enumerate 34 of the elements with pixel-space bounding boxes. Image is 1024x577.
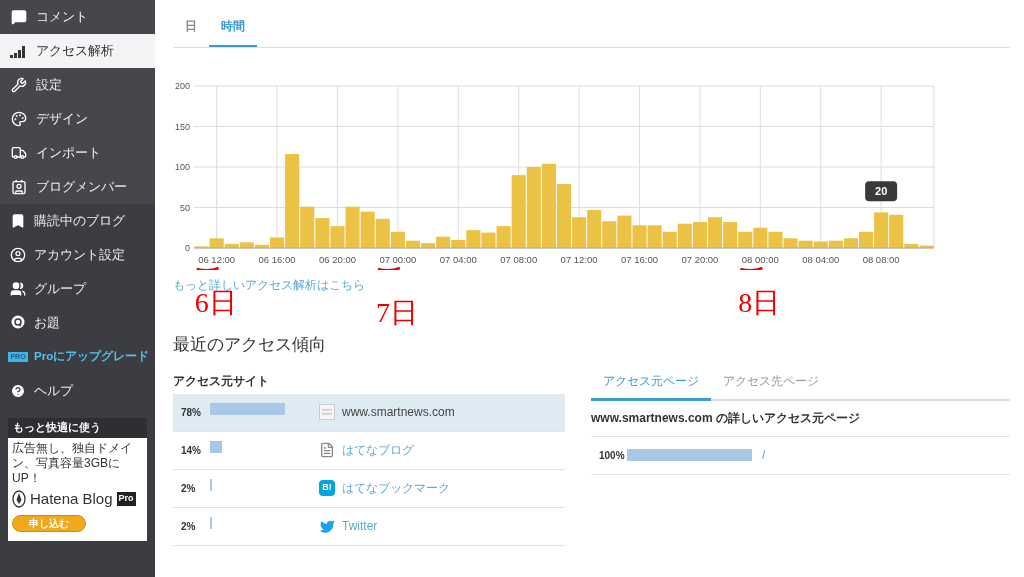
x-axis-label: 08 08:00 — [862, 254, 900, 265]
percent-text: 2% — [180, 519, 197, 534]
y-axis-label: 0 — [185, 243, 190, 253]
y-axis-label: 200 — [174, 81, 190, 91]
y-axis-label: 100 — [174, 162, 190, 172]
value-tooltip: 20 — [865, 181, 898, 202]
x-axis-label: 06 12:00 — [198, 254, 236, 265]
x-axis-label: 08 04:00 — [802, 254, 840, 265]
x-axis-label: 07 16:00 — [621, 254, 658, 265]
x-axis-label: 07 20:00 — [681, 254, 719, 265]
handwritten-note: 7日 — [375, 298, 418, 328]
y-axis-label: 150 — [174, 121, 190, 132]
x-axis-label: 06 20:00 — [319, 254, 356, 265]
y-axis-label: 50 — [180, 202, 190, 213]
x-axis-label: 07 08:00 — [500, 254, 538, 265]
pro-label: Pro — [116, 492, 136, 506]
x-axis-label: 06 16:00 — [258, 254, 296, 265]
x-axis-label: 07 04:00 — [439, 254, 477, 265]
section-title: 最近のアクセス傾向 — [173, 334, 327, 356]
x-axis-label: 08 00:00 — [741, 254, 779, 265]
percent-text: 14% — [180, 443, 202, 458]
promo-title: もっと快適に使う — [8, 418, 147, 438]
annotation: 20 — [875, 185, 888, 198]
percent-text: 2% — [180, 481, 197, 496]
table-title: www.smartnews.com の詳しいアクセス元ページ — [591, 400, 1010, 437]
percent-text: 78% — [180, 405, 202, 420]
promo-text: 広告無し、独自ドメイン、写真容量3GBにUP！ — [12, 440, 133, 486]
x-axis-label: 07 12:00 — [560, 254, 598, 265]
handwritten-note: 8日 — [738, 288, 781, 318]
x-axis-label: 07 00:00 — [379, 254, 417, 265]
logo-text: Hatena Blog — [30, 488, 113, 509]
percent-text: 100% — [598, 448, 626, 463]
table-title: アクセス元サイト — [173, 372, 270, 390]
bookmark-logo-icon: B! — [319, 480, 335, 496]
